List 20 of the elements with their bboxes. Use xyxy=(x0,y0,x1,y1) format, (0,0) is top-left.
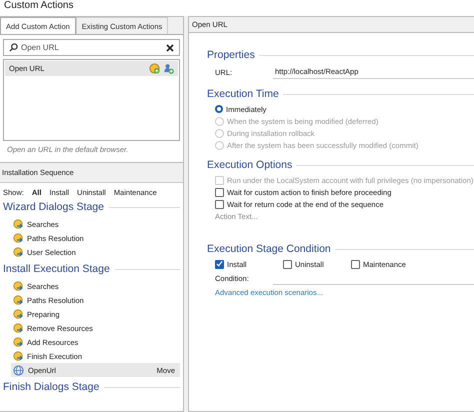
globe-icon xyxy=(13,364,24,376)
clear-icon[interactable] xyxy=(166,44,174,52)
radio-button[interactable] xyxy=(215,105,223,113)
person-plus-icon[interactable] xyxy=(163,63,174,74)
stage-heading: Finish Dialogs Stage xyxy=(3,381,100,393)
section-heading: Properties xyxy=(207,49,255,61)
section-heading: Execution Time xyxy=(207,88,279,100)
checkbox[interactable] xyxy=(215,188,224,196)
section-heading: Execution Stage Condition xyxy=(207,243,331,255)
search-icon xyxy=(9,43,18,52)
checkbox[interactable] xyxy=(351,260,360,268)
circle-plus-icon[interactable] xyxy=(149,63,160,74)
checkbox[interactable] xyxy=(215,260,224,268)
section-heading: Execution Options xyxy=(207,159,292,171)
stage-heading: Install Execution Stage xyxy=(3,263,110,275)
stage-heading: Wizard Dialogs Stage xyxy=(3,201,104,213)
checkbox[interactable] xyxy=(215,200,224,208)
search-field[interactable]: Open URL xyxy=(3,39,180,56)
checkbox[interactable] xyxy=(283,260,292,268)
window-title: Custom Actions xyxy=(0,0,474,16)
